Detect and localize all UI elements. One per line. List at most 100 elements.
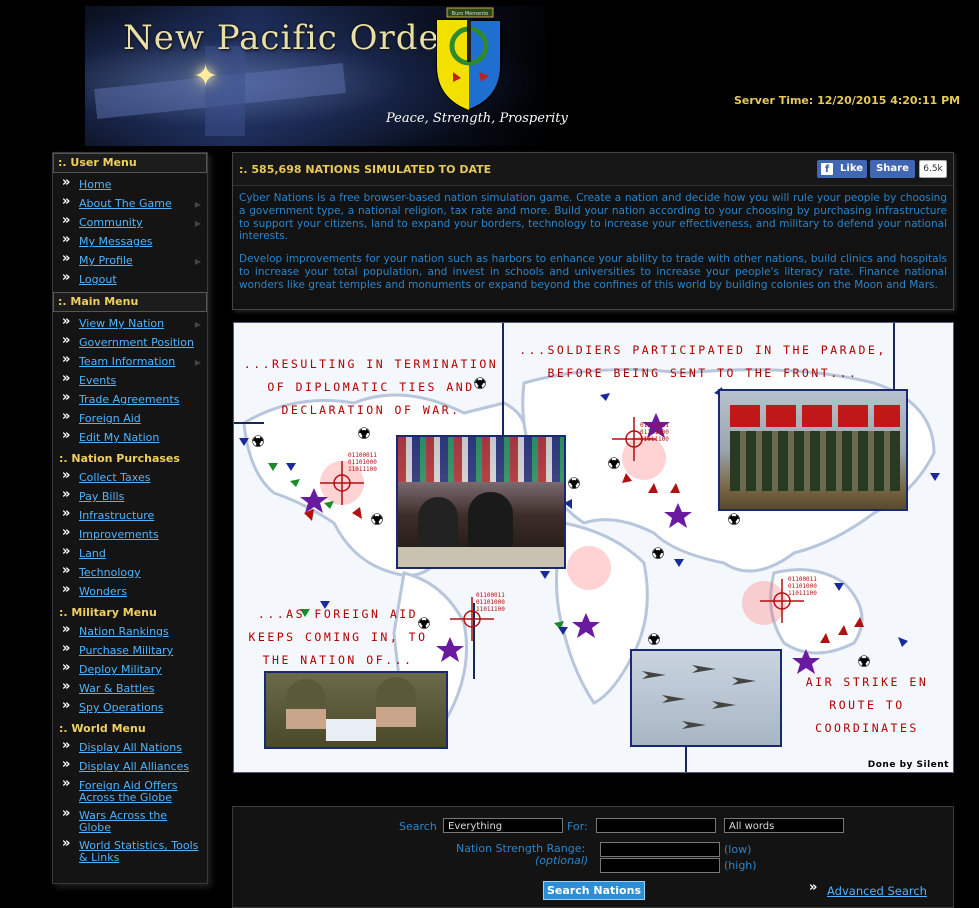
strength-low-input[interactable]	[600, 842, 720, 857]
world-menu: » Display All Nations » Display All Allian…	[53, 737, 207, 869]
svg-text:☢: ☢	[370, 510, 384, 529]
low-label: (low)	[724, 843, 752, 856]
menu-item-community[interactable]: » Community ▶	[53, 214, 207, 233]
svg-text:☢: ☢	[607, 454, 621, 473]
advanced-search-link[interactable]: Advanced Search	[827, 884, 927, 898]
menu-item-logout[interactable]: » Logout	[53, 271, 207, 290]
menu-item-war-battles[interactable]: » War & Battles	[53, 680, 207, 699]
facebook-like-button[interactable]: f Like	[817, 160, 867, 178]
menu-item-wonders[interactable]: » Wonders	[53, 583, 207, 602]
svg-text:11011100: 11011100	[476, 606, 505, 613]
menu-link[interactable]: Edit My Nation	[79, 431, 159, 444]
menu-link[interactable]: Nation Rankings	[79, 625, 169, 638]
menu-link[interactable]: Deploy Military	[79, 663, 162, 676]
menu-item-view-nation[interactable]: » View My Nation ▶	[53, 315, 207, 334]
diplomats-meeting-photo	[396, 435, 566, 569]
menu-item-foreign-aid[interactable]: » Foreign Aid	[53, 410, 207, 429]
facebook-share-button[interactable]: Share	[870, 160, 915, 178]
menu-item-improvements[interactable]: » Improvements	[53, 526, 207, 545]
double-chevron-icon: »	[62, 194, 71, 209]
menu-link[interactable]: Collect Taxes	[79, 471, 150, 484]
menu-link[interactable]: Foreign Aid Offers Across the Globe	[79, 779, 178, 804]
menu-link[interactable]: World Statistics, Tools & Links	[79, 839, 198, 864]
menu-link[interactable]: Display All Alliances	[79, 760, 189, 773]
menu-link[interactable]: War & Battles	[79, 682, 154, 695]
menu-link[interactable]: Wars Across the Globe	[79, 809, 167, 834]
menu-link[interactable]: Land	[79, 547, 106, 560]
menu-link[interactable]: Team Information	[79, 355, 175, 368]
intro-paragraph: Cyber Nations is a free browser-based na…	[239, 192, 947, 243]
facebook-share-count: 6.5k	[919, 160, 947, 178]
menu-link[interactable]: Foreign Aid	[79, 412, 141, 425]
intro-panel-header: :. 585,698 NATIONS SIMULATED TO DATE f Li…	[233, 153, 953, 186]
menu-item-home[interactable]: » Home	[53, 176, 207, 195]
menu-link[interactable]: Technology	[79, 566, 141, 579]
menu-item-nation-rankings[interactable]: » Nation Rankings	[53, 623, 207, 642]
marching-soldiers	[730, 431, 900, 491]
fighter-jets-photo	[630, 649, 782, 747]
search-scope-select[interactable]: Everything	[443, 818, 563, 833]
menu-link[interactable]: Spy Operations	[79, 701, 163, 714]
menu-item-display-nations[interactable]: » Display All Nations	[53, 739, 207, 758]
alliance-crest-icon: Buro Memento	[436, 7, 502, 112]
strength-high-input[interactable]	[600, 858, 720, 873]
menu-item-pay-bills[interactable]: » Pay Bills	[53, 488, 207, 507]
menu-link[interactable]: View My Nation	[79, 317, 164, 330]
svg-text:11011100: 11011100	[788, 590, 817, 597]
menu-item-profile[interactable]: » My Profile ▶	[53, 252, 207, 271]
menu-link[interactable]: Logout	[79, 273, 117, 286]
menu-item-infrastructure[interactable]: » Infrastructure	[53, 507, 207, 526]
menu-item-display-alliances[interactable]: » Display All Alliances	[53, 758, 207, 777]
double-chevron-icon: »	[62, 563, 71, 578]
menu-link[interactable]: Events	[79, 374, 116, 387]
menu-item-world-statistics[interactable]: » World Statistics, Tools & Links	[53, 837, 207, 867]
menu-link[interactable]: Pay Bills	[79, 490, 124, 503]
menu-link[interactable]: Improvements	[79, 528, 159, 541]
menu-link[interactable]: Display All Nations	[79, 741, 182, 754]
double-chevron-icon: »	[62, 371, 71, 386]
caption-line: DECLARATION OF WAR.	[281, 403, 461, 417]
menu-link[interactable]: My Profile	[79, 254, 133, 267]
caption-line: OF DIPLOMATIC TIES AND	[267, 380, 475, 394]
svg-text:☢: ☢	[647, 630, 661, 649]
menu-item-about[interactable]: » About The Game ▶	[53, 195, 207, 214]
double-chevron-icon: »	[809, 880, 818, 895]
menu-item-wars-across-globe[interactable]: » Wars Across the Globe	[53, 807, 207, 837]
search-query-input[interactable]	[596, 818, 716, 833]
advanced-search-link-wrap: » Advanced Search	[809, 880, 927, 898]
double-chevron-icon: »	[62, 251, 71, 266]
menu-item-collect-taxes[interactable]: » Collect Taxes	[53, 469, 207, 488]
menu-item-messages[interactable]: » My Messages	[53, 233, 207, 252]
menu-link[interactable]: Community	[79, 216, 143, 229]
menu-link[interactable]: Trade Agreements	[79, 393, 179, 406]
menu-link[interactable]: Purchase Military	[79, 644, 173, 657]
menu-item-edit-nation[interactable]: » Edit My Nation	[53, 429, 207, 448]
search-nations-button[interactable]: Search Nations	[543, 881, 645, 900]
menu-link[interactable]: About The Game	[79, 197, 172, 210]
search-match-select[interactable]: All words	[724, 818, 844, 833]
world-menu-heading: :. World Menu	[59, 722, 146, 735]
menu-link[interactable]: Wonders	[79, 585, 127, 598]
menu-link[interactable]: Infrastructure	[79, 509, 154, 522]
double-chevron-icon: »	[62, 175, 71, 190]
double-chevron-icon: »	[62, 314, 71, 329]
menu-item-deploy-military[interactable]: » Deploy Military	[53, 661, 207, 680]
double-chevron-icon: »	[62, 757, 71, 772]
facebook-like-label: Like	[840, 163, 863, 174]
menu-link[interactable]: My Messages	[79, 235, 152, 248]
menu-link[interactable]: Home	[79, 178, 111, 191]
menu-item-government-position[interactable]: » Government Position	[53, 334, 207, 353]
menu-item-trade-agreements[interactable]: » Trade Agreements	[53, 391, 207, 410]
menu-item-foreign-aid-offers[interactable]: » Foreign Aid Offers Across the Globe	[53, 777, 207, 807]
menu-item-spy-operations[interactable]: » Spy Operations	[53, 699, 207, 718]
menu-item-land[interactable]: » Land	[53, 545, 207, 564]
menu-link[interactable]: Government Position	[79, 336, 194, 349]
caption-line: THE NATION OF...	[262, 653, 414, 667]
svg-text:☢: ☢	[727, 510, 741, 529]
menu-item-purchase-military[interactable]: » Purchase Military	[53, 642, 207, 661]
conference-table	[398, 547, 564, 567]
menu-item-events[interactable]: » Events	[53, 372, 207, 391]
menu-item-team-information[interactable]: » Team Information ▶	[53, 353, 207, 372]
menu-item-technology[interactable]: » Technology	[53, 564, 207, 583]
svg-text:☢: ☢	[251, 432, 265, 451]
